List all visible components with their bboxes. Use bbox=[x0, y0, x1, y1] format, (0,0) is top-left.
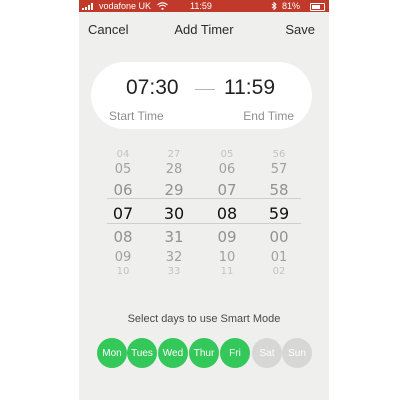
picker-column-end-minute[interactable]: 56 57 58 59 00 01 02 bbox=[259, 144, 299, 277]
picker-value[interactable]: 27 bbox=[154, 149, 194, 160]
day-button-tues[interactable]: Tues bbox=[127, 338, 157, 368]
picker-value[interactable]: 06 bbox=[207, 162, 247, 177]
picker-value[interactable]: 09 bbox=[207, 228, 247, 246]
picker-column-start-minute[interactable]: 27 28 29 30 31 32 33 bbox=[154, 144, 194, 277]
days-label: Select days to use Smart Mode bbox=[127, 313, 281, 325]
picker-value[interactable]: 29 bbox=[154, 181, 194, 199]
picker-value[interactable]: 09 bbox=[103, 250, 143, 265]
picker-value[interactable]: 11 bbox=[207, 266, 247, 277]
status-bar: vodafone UK 11:59 81% bbox=[79, 0, 329, 12]
picker-value[interactable]: 33 bbox=[154, 266, 194, 277]
picker-selected-value[interactable]: 30 bbox=[154, 204, 194, 223]
picker-value[interactable]: 01 bbox=[259, 250, 299, 265]
day-button-sat[interactable]: Sat bbox=[252, 338, 282, 368]
day-selector: Mon Tues Wed Thur Fri Sat Sun bbox=[79, 338, 329, 368]
battery-icon bbox=[310, 3, 325, 11]
picker-value[interactable]: 31 bbox=[154, 228, 194, 246]
start-time-label: Start Time bbox=[109, 109, 164, 123]
signal-icon bbox=[82, 3, 96, 10]
time-range-card: 07:30 11:59 Start Time End Time bbox=[91, 62, 312, 129]
picker-column-start-hour[interactable]: 04 05 06 07 08 09 10 bbox=[103, 144, 143, 277]
phone-screen: vodafone UK 11:59 81% Cancel Add Timer S… bbox=[79, 0, 329, 400]
end-time-display[interactable]: 11:59 bbox=[224, 76, 275, 100]
picker-value[interactable]: 08 bbox=[103, 228, 143, 246]
day-button-mon[interactable]: Mon bbox=[97, 338, 127, 368]
start-time-display[interactable]: 07:30 bbox=[126, 76, 179, 100]
picker-value[interactable]: 10 bbox=[103, 266, 143, 277]
picker-value[interactable]: 57 bbox=[259, 162, 299, 177]
picker-value[interactable]: 02 bbox=[259, 266, 299, 277]
time-separator bbox=[195, 89, 215, 90]
day-button-thur[interactable]: Thur bbox=[189, 338, 219, 368]
wifi-icon bbox=[157, 2, 168, 10]
picker-value[interactable]: 06 bbox=[103, 181, 143, 199]
picker-value[interactable]: 56 bbox=[259, 149, 299, 160]
picker-value[interactable]: 05 bbox=[103, 162, 143, 177]
day-button-wed[interactable]: Wed bbox=[158, 338, 188, 368]
picker-value[interactable]: 10 bbox=[207, 250, 247, 265]
end-time-label: End Time bbox=[243, 109, 294, 123]
picker-value[interactable]: 05 bbox=[207, 149, 247, 160]
save-button[interactable]: Save bbox=[285, 22, 315, 37]
picker-value[interactable]: 07 bbox=[207, 181, 247, 199]
time-picker: 04 05 06 07 08 09 10 27 28 29 30 31 32 33 05 06 07 08 09 10… bbox=[79, 144, 329, 277]
picker-value[interactable]: 00 bbox=[259, 228, 299, 246]
picker-selected-value[interactable]: 59 bbox=[259, 204, 299, 223]
bluetooth-icon bbox=[271, 2, 277, 10]
picker-column-end-hour[interactable]: 05 06 07 08 09 10 11 bbox=[207, 144, 247, 277]
picker-value[interactable]: 04 bbox=[103, 149, 143, 160]
status-time: 11:59 bbox=[190, 1, 212, 11]
picker-value[interactable]: 28 bbox=[154, 162, 194, 177]
picker-value[interactable]: 58 bbox=[259, 181, 299, 199]
picker-selected-value[interactable]: 07 bbox=[103, 204, 143, 223]
day-button-fri[interactable]: Fri bbox=[220, 338, 250, 368]
carrier-name: vodafone UK bbox=[99, 1, 152, 11]
picker-value[interactable]: 32 bbox=[154, 250, 194, 265]
picker-selected-value[interactable]: 08 bbox=[207, 204, 247, 223]
day-button-sun[interactable]: Sun bbox=[282, 338, 312, 368]
battery-percent: 81% bbox=[282, 1, 301, 11]
nav-bar: Cancel Add Timer Save bbox=[79, 14, 329, 46]
